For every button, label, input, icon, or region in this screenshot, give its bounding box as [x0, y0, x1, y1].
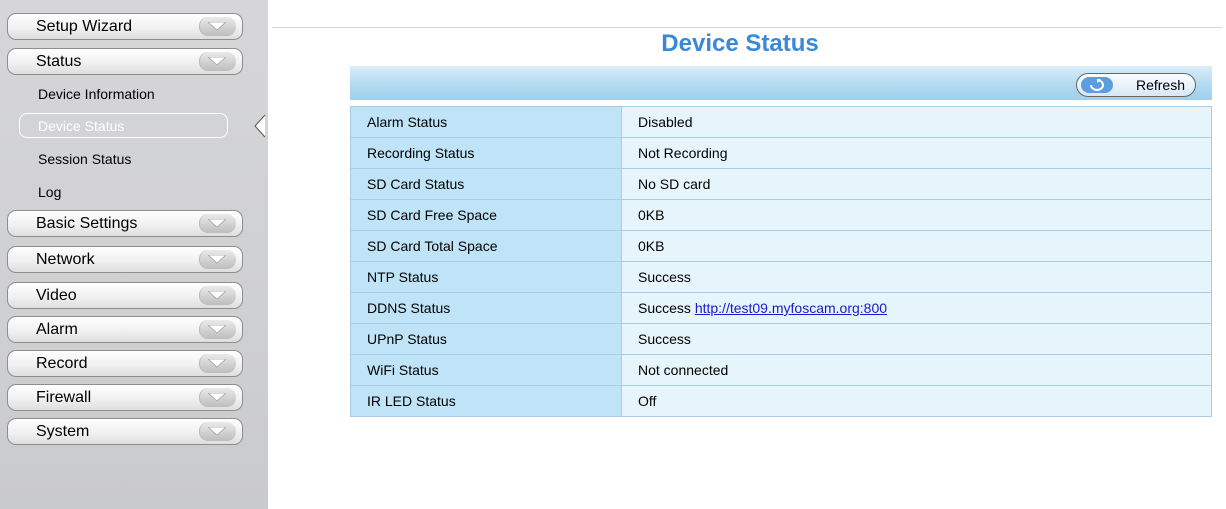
menu-status[interactable]: Status [7, 48, 243, 75]
refresh-icon [1081, 77, 1113, 93]
table-row: IR LED Status Off [350, 385, 1212, 417]
menu-label: Network [36, 251, 95, 268]
status-value: Disabled [638, 114, 693, 130]
status-label: NTP Status [350, 261, 622, 293]
table-row: WiFi Status Not connected [350, 354, 1212, 386]
table-row: UPnP Status Success [350, 323, 1212, 355]
status-value-cell: Success [621, 261, 1212, 293]
sidebar-item-device-information[interactable]: Device Information [38, 86, 155, 102]
chevron-down-icon [199, 17, 236, 36]
table-row: Recording Status Not Recording [350, 137, 1212, 169]
sidebar-item-session-status[interactable]: Session Status [38, 151, 131, 167]
status-value-cell: 0KB [621, 230, 1212, 262]
page-title: Device Status [661, 30, 819, 57]
status-value: Success [638, 331, 691, 347]
status-value: Not connected [638, 362, 729, 378]
menu-label: Video [36, 287, 77, 304]
menu-label: Alarm [36, 321, 78, 338]
status-value: Off [638, 393, 657, 409]
status-table: Alarm Status Disabled Recording Status Not … [350, 106, 1212, 417]
status-label: DDNS Status [350, 292, 622, 324]
menu-label: Firewall [36, 389, 92, 406]
chevron-down-icon [199, 214, 236, 233]
table-row: NTP Status Success [350, 261, 1212, 293]
chevron-down-icon [199, 422, 236, 441]
menu-basic-settings[interactable]: Basic Settings [7, 210, 243, 237]
chevron-down-icon [199, 320, 236, 339]
menu-setup-wizard[interactable]: Setup Wizard [7, 13, 243, 40]
status-value: No SD card [638, 176, 711, 192]
status-value-cell: Not connected [621, 354, 1212, 386]
menu-system[interactable]: System [7, 418, 243, 445]
menu-record[interactable]: Record [7, 350, 243, 377]
chevron-down-icon [199, 286, 236, 305]
main-panel: Device Status Refresh Alarm Status Disabl… [268, 0, 1226, 509]
refresh-button[interactable]: Refresh [1076, 73, 1196, 97]
menu-network[interactable]: Network [7, 246, 243, 273]
status-label: Alarm Status [350, 106, 622, 138]
menu-firewall[interactable]: Firewall [7, 384, 243, 411]
menu-alarm[interactable]: Alarm [7, 316, 243, 343]
table-row: SD Card Free Space 0KB [350, 199, 1212, 231]
status-value-cell: Off [621, 385, 1212, 417]
status-label: WiFi Status [350, 354, 622, 386]
divider [272, 27, 1222, 28]
status-value: Success [638, 269, 691, 285]
status-value-cell: Not Recording [621, 137, 1212, 169]
ddns-link[interactable]: http://test09.myfoscam.org:800 [695, 300, 887, 316]
status-label: IR LED Status [350, 385, 622, 417]
status-label: UPnP Status [350, 323, 622, 355]
table-row: Alarm Status Disabled [350, 106, 1212, 138]
menu-label: Basic Settings [36, 215, 138, 232]
menu-label: Setup Wizard [36, 18, 133, 35]
sidebar: Setup Wizard Status Device Information D… [0, 0, 268, 509]
status-value-cell: 0KB [621, 199, 1212, 231]
table-row: DDNS Status Success http://test09.myfosca… [350, 292, 1212, 324]
status-value: 0KB [638, 207, 665, 223]
active-pointer-icon [254, 114, 266, 138]
status-value-cell: No SD card [621, 168, 1212, 200]
sidebar-item-label: Device Status [38, 118, 125, 134]
menu-label: Status [36, 53, 82, 70]
sidebar-item-device-status[interactable]: Device Status [19, 113, 228, 138]
status-value-cell: Success [621, 323, 1212, 355]
status-value: Success [638, 300, 691, 316]
menu-video[interactable]: Video [7, 282, 243, 309]
chevron-down-icon [199, 388, 236, 407]
chevron-down-icon [199, 52, 236, 71]
status-label: SD Card Total Space [350, 230, 622, 262]
table-row: SD Card Total Space 0KB [350, 230, 1212, 262]
table-row: SD Card Status No SD card [350, 168, 1212, 200]
chevron-down-icon [199, 354, 236, 373]
menu-label: System [36, 423, 90, 440]
sidebar-item-log[interactable]: Log [38, 184, 61, 200]
status-label: Recording Status [350, 137, 622, 169]
status-value-cell: Success http://test09.myfoscam.org:800 [621, 292, 1212, 324]
status-value: Not Recording [638, 145, 728, 161]
status-label: SD Card Status [350, 168, 622, 200]
refresh-label: Refresh [1135, 77, 1185, 93]
status-value: 0KB [638, 238, 665, 254]
menu-label: Record [36, 355, 88, 372]
status-label: SD Card Free Space [350, 199, 622, 231]
status-value-cell: Disabled [621, 106, 1212, 138]
chevron-down-icon [199, 250, 236, 269]
